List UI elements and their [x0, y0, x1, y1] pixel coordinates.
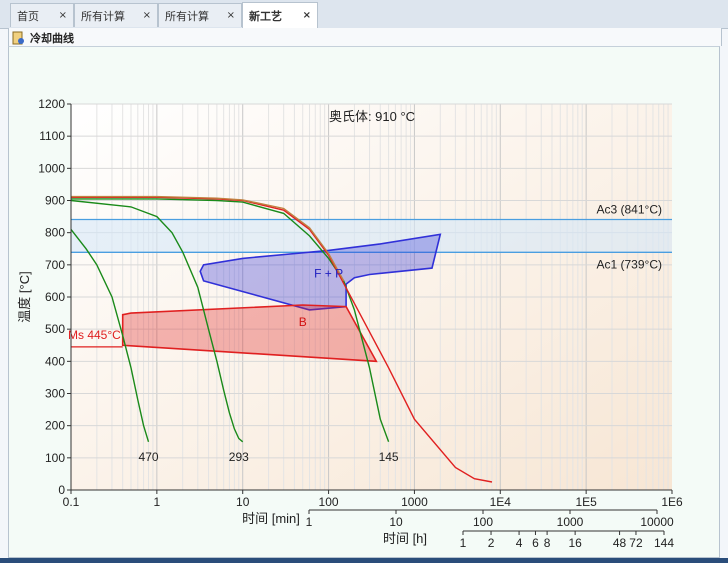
status-bar — [0, 558, 728, 563]
y-tick-label: 900 — [45, 194, 65, 208]
x-tick-label: 100 — [319, 495, 339, 509]
y-tick-label: 1200 — [38, 97, 65, 111]
curve-label: 293 — [229, 450, 249, 464]
min-tick-label: 100 — [473, 515, 493, 529]
panel-title: 冷却曲线 — [30, 32, 74, 45]
tab-new-process[interactable]: 新工艺 × — [242, 2, 318, 28]
y-tick-label: 400 — [45, 354, 65, 368]
tab-label: 新工艺 — [249, 9, 282, 23]
tab-home[interactable]: 首页 × — [10, 3, 74, 27]
hour-tick-label: 8 — [544, 536, 551, 550]
close-icon[interactable]: × — [59, 10, 67, 21]
min-tick-label: 1 — [306, 515, 313, 529]
x-tick-label: 1000 — [401, 495, 428, 509]
tab-label: 所有计算 — [165, 9, 209, 23]
cooling-curve-icon — [12, 31, 24, 45]
tab-label: 所有计算 — [81, 9, 125, 23]
panel-header: 冷却曲线 — [12, 30, 74, 46]
min-tick-label: 10000 — [640, 515, 674, 529]
y-tick-label: 1000 — [38, 161, 65, 175]
hour-tick-label: 4 — [516, 536, 523, 550]
y-tick-label: 300 — [45, 387, 65, 401]
tab-bar: 首页 × 所有计算 × 所有计算 × 新工艺 × — [0, 0, 728, 29]
hour-tick-label: 144 — [654, 536, 674, 550]
hour-tick-label: 72 — [629, 536, 643, 550]
close-icon[interactable]: × — [143, 10, 151, 21]
curve-label: F + P — [314, 267, 343, 281]
y-tick-label: 800 — [45, 226, 65, 240]
hour-tick-label: 1 — [460, 536, 467, 550]
x-tick-label: 1E4 — [490, 495, 512, 509]
min-tick-label: 1000 — [557, 515, 584, 529]
y-tick-label: 200 — [45, 419, 65, 433]
hour-tick-label: 48 — [613, 536, 627, 550]
curve-label: 470 — [139, 450, 159, 464]
y-tick-label: 1100 — [39, 129, 65, 143]
cooling-curve-chart: Ac3 (841°C)Ac1 (739°C)Ms 445°C 010020030… — [17, 97, 683, 550]
x-tick-label: 1 — [154, 495, 161, 509]
tab-all-calculations-2[interactable]: 所有计算 × — [158, 3, 242, 27]
curve-label: B — [299, 315, 307, 329]
y-tick-label: 500 — [45, 322, 65, 336]
band-label: Ac3 (841°C) — [597, 202, 663, 216]
x-tick-label: 10 — [236, 495, 250, 509]
x-tick-label: 1E6 — [661, 495, 683, 509]
min-tick-label: 10 — [389, 515, 403, 529]
chart-title: 奥氏体: 910 °C — [329, 109, 415, 124]
tab-label: 首页 — [17, 9, 39, 23]
chart-panel: Ac3 (841°C) Ac1 (739°C) Ms 445°C 0 100 200 30… — [8, 46, 720, 558]
curve-label: 145 — [379, 450, 399, 464]
close-icon[interactable]: × — [303, 10, 311, 21]
band-label: Ac1 (739°C) — [597, 257, 663, 271]
x-tick-label: 1E5 — [575, 495, 597, 509]
x-tick-label: 0.1 — [63, 495, 80, 509]
ms-label: Ms 445°C — [68, 328, 121, 342]
hour-axis-label: 时间 [h] — [383, 531, 427, 546]
x-axis-label: 时间 [min] — [242, 511, 300, 526]
hour-tick-label: 16 — [568, 536, 582, 550]
y-tick-label: 600 — [45, 290, 65, 304]
tab-all-calculations-1[interactable]: 所有计算 × — [74, 3, 158, 27]
hour-tick-label: 6 — [532, 536, 539, 550]
close-icon[interactable]: × — [227, 10, 235, 21]
y-axis-label: 温度 [°C] — [17, 271, 32, 322]
y-tick-label: 700 — [45, 258, 65, 272]
y-tick-label: 100 — [45, 451, 65, 465]
hour-tick-label: 2 — [488, 536, 495, 550]
panel-header-bar — [8, 28, 722, 46]
